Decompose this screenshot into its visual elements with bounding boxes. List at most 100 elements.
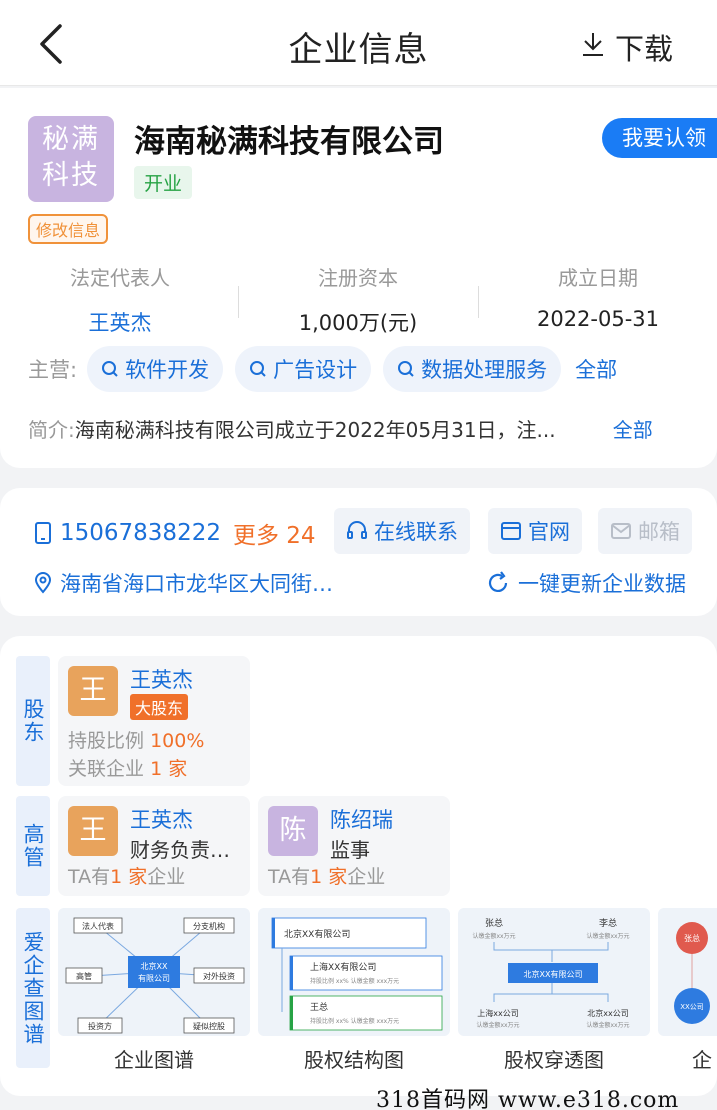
- stat-capital: 注册资本 1,000万(元): [278, 262, 438, 337]
- relation-node: XX公司: [680, 1003, 704, 1011]
- search-icon: [102, 361, 118, 377]
- ta-line: TA有1 家企业: [68, 862, 185, 889]
- refresh-label: 一键更新企业数据: [518, 572, 686, 596]
- refresh-icon: [488, 571, 508, 592]
- penetration-meta: 认缴金额xx万元: [586, 1021, 629, 1029]
- graph-node-label: 法人代表: [82, 921, 114, 931]
- edit-info-button[interactable]: 修改信息: [28, 214, 109, 244]
- graph-node-label: 投资方: [88, 1021, 112, 1031]
- browser-icon: [501, 522, 521, 540]
- shareholder-name: 王英杰: [130, 668, 193, 692]
- executive-name: 王英杰: [130, 808, 193, 832]
- download-icon: [581, 30, 605, 64]
- graph-node-label: 高管: [76, 971, 92, 981]
- avatar: 王: [68, 806, 118, 856]
- ta-count: 1 家: [110, 866, 148, 888]
- business-chip[interactable]: 广告设计: [235, 346, 372, 392]
- executive-card[interactable]: 陈 陈绍瑞 监事 TA有1 家企业: [258, 796, 450, 896]
- chip-label: 数据处理服务: [421, 358, 548, 382]
- executive-role: 财务负责…: [130, 838, 230, 862]
- penetration-node: 上海xx公司: [477, 1008, 518, 1018]
- intro-all-link[interactable]: 全部: [613, 414, 653, 443]
- chip-label: 广告设计: [273, 358, 358, 382]
- phone-more-link[interactable]: 更多 24: [233, 516, 316, 550]
- ta-count: 1 家: [310, 866, 348, 888]
- equity-person-label: 王总: [310, 1001, 328, 1013]
- equity-structure-thumbnail[interactable]: 北京XX有限公司 上海XX有限公司 持股比例 xx% 认缴金额 xxx万元 王总…: [258, 908, 450, 1036]
- intro-text: 海南秘满科技有限公司成立于2022年05月31日，注...: [74, 418, 556, 442]
- headset-icon: [347, 521, 367, 539]
- avatar: 陈: [268, 806, 318, 856]
- equity-structure-label[interactable]: 股权结构图: [258, 1044, 450, 1073]
- relation-node: 张总: [684, 933, 700, 943]
- tab-executives[interactable]: 高管: [16, 796, 50, 896]
- download-button[interactable]: 下载: [581, 26, 673, 68]
- penetration-meta: 认缴金额xx万元: [472, 932, 515, 940]
- phone-icon: [35, 522, 51, 544]
- phone-link[interactable]: 15067838222 更多 24: [34, 516, 316, 550]
- relation-graph-thumbnail[interactable]: 张总 XX公司: [658, 908, 717, 1036]
- business-row: 主营: 软件开发 广告设计 数据处理服务 全部: [28, 346, 617, 392]
- stat-value: 1,000万(元): [298, 311, 418, 335]
- top-bar: 企业信息 下载: [0, 0, 717, 86]
- avatar: 王: [68, 666, 118, 716]
- online-contact-button[interactable]: 在线联系: [334, 508, 470, 554]
- relation-graph-label[interactable]: 企: [658, 1044, 717, 1073]
- stat-founded: 成立日期 2022-05-31: [518, 262, 678, 331]
- tab-shareholders[interactable]: 股东: [16, 656, 50, 786]
- logo-line-1: 秘满: [42, 124, 100, 155]
- email-button[interactable]: 邮箱: [598, 508, 692, 554]
- executive-name: 陈绍瑞: [330, 808, 393, 832]
- chip-label: 软件开发: [125, 358, 210, 382]
- executive-card[interactable]: 王 王英杰 财务负责… TA有1 家企业: [58, 796, 250, 896]
- ta-prefix: TA有: [68, 866, 111, 888]
- website-label: 官网: [528, 520, 570, 544]
- website-button[interactable]: 官网: [488, 508, 582, 554]
- equity-sub-meta: 持股比例 xx% 认缴金额 xxx万元: [310, 977, 399, 985]
- phone-number: 15067838222: [60, 520, 221, 546]
- company-card: 秘满 科技 海南秘满科技有限公司 开业 我要认领 修改信息 法定代表人 王英杰 …: [0, 88, 717, 468]
- search-icon: [398, 361, 414, 377]
- graph-node-label: 对外投资: [203, 971, 235, 981]
- penetration-center: 北京XX有限公司: [524, 969, 583, 979]
- contact-card: 15067838222 更多 24 在线联系 官网 邮箱 海南省海口市龙华区大同…: [0, 488, 717, 616]
- business-all-link[interactable]: 全部: [575, 354, 617, 384]
- graph-center-label: 有限公司: [138, 973, 170, 983]
- location-icon: [34, 572, 52, 594]
- company-logo: 秘满 科技: [28, 116, 114, 202]
- ratio-label: 持股比例: [68, 730, 145, 752]
- penetration-node: 张总: [485, 917, 503, 929]
- equity-company-label: 北京XX有限公司: [284, 928, 350, 940]
- related-value: 1 家: [150, 758, 188, 780]
- equity-penetration-label[interactable]: 股权穿透图: [458, 1044, 650, 1073]
- stat-value: 2022-05-31: [536, 307, 660, 331]
- mail-icon: [611, 523, 631, 539]
- online-contact-label: 在线联系: [374, 520, 458, 544]
- penetration-node: 北京xx公司: [587, 1008, 628, 1018]
- divider: [478, 286, 479, 318]
- logo-line-2: 科技: [42, 160, 100, 191]
- address-text: 海南省海口市龙华区大同街…: [60, 572, 333, 596]
- status-badge: 开业: [134, 166, 193, 199]
- ratio-value: 100%: [150, 730, 205, 752]
- ratio-line: 持股比例 100%: [68, 726, 204, 753]
- related-line: 关联企业 1 家: [68, 754, 187, 781]
- enterprise-graph-thumbnail[interactable]: 北京XX 有限公司 法人代表 分支机构 高管 对外投资 投资方 疑似控股: [58, 908, 250, 1036]
- refresh-data-button[interactable]: 一键更新企业数据: [486, 568, 686, 598]
- enterprise-graph-label[interactable]: 企业图谱: [58, 1044, 250, 1073]
- equity-penetration-thumbnail[interactable]: 张总 认缴金额xx万元 李总 认缴金额xx万元 北京XX有限公司 上海xx公司 …: [458, 908, 650, 1036]
- shareholder-card[interactable]: 王 王英杰 大股东 持股比例 100% 关联企业 1 家: [58, 656, 250, 786]
- address-link[interactable]: 海南省海口市龙华区大同街…: [34, 568, 333, 598]
- tab-graphs[interactable]: 爱企查图谱: [16, 908, 50, 1068]
- graph-center-label: 北京XX: [141, 961, 168, 971]
- penetration-meta: 认缴金额xx万元: [476, 1021, 519, 1029]
- business-chip[interactable]: 软件开发: [87, 346, 224, 392]
- related-label: 关联企业: [68, 758, 145, 780]
- legal-rep-link[interactable]: 王英杰: [40, 307, 200, 337]
- business-chip[interactable]: 数据处理服务: [383, 346, 562, 392]
- equity-person-meta: 持股比例 xx% 认缴金额 xxx万元: [310, 1017, 399, 1025]
- penetration-meta: 认缴金额xx万元: [586, 932, 629, 940]
- penetration-node: 李总: [599, 917, 617, 929]
- stat-label: 法定代表人: [70, 266, 170, 290]
- claim-button[interactable]: 我要认领: [602, 118, 717, 158]
